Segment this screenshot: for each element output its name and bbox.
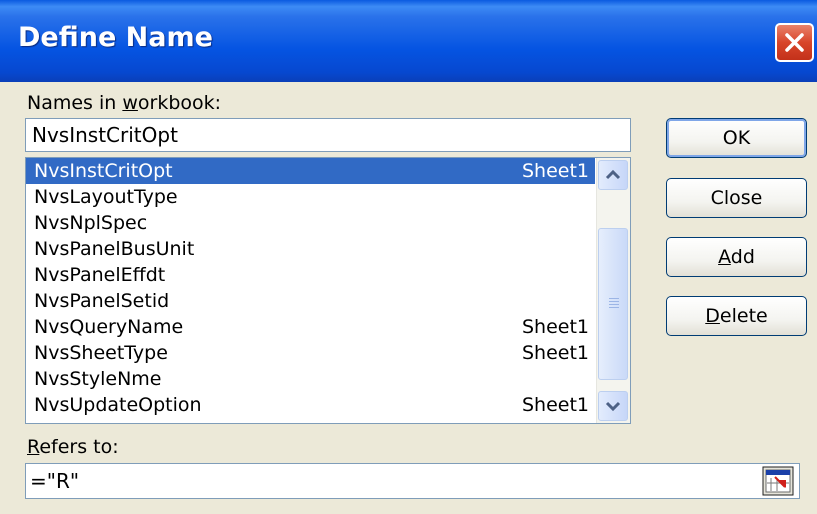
list-item[interactable]: NvsPanelEffdt bbox=[26, 262, 595, 288]
thumb-grip-line bbox=[609, 301, 619, 302]
list-item-name: NvsSheetType bbox=[34, 342, 168, 364]
list-item-name: NvsPanelEffdt bbox=[34, 264, 166, 286]
add-button[interactable]: Add bbox=[666, 237, 807, 277]
thumb-grip-line bbox=[609, 304, 619, 305]
collapse-dialog-icon bbox=[762, 466, 794, 496]
list-item-name: NvsPanelBusUnit bbox=[34, 238, 195, 260]
list-item-sheet: Sheet1 bbox=[521, 316, 589, 338]
list-item-name: NvsInstCritOpt bbox=[34, 160, 173, 182]
list-item-name: NvsPanelSetid bbox=[34, 290, 170, 312]
scroll-up-button[interactable] bbox=[598, 160, 628, 190]
thumb-grip-line bbox=[609, 307, 619, 308]
dialog-title: Define Name bbox=[18, 22, 213, 53]
names-in-workbook-label: Names in workbook: bbox=[27, 92, 222, 114]
name-input[interactable]: NvsInstCritOpt bbox=[25, 118, 631, 152]
ok-button[interactable]: OK bbox=[666, 118, 807, 158]
ok-button-label: OK bbox=[722, 127, 751, 149]
scroll-up-icon bbox=[605, 169, 621, 180]
refers-to-input[interactable]: ="R" bbox=[25, 463, 800, 499]
list-item[interactable]: NvsPanelBusUnit bbox=[26, 236, 595, 262]
delete-button[interactable]: Delete bbox=[666, 296, 807, 336]
scroll-down-button[interactable] bbox=[598, 391, 628, 421]
list-item[interactable]: NvsLayoutType bbox=[26, 184, 595, 210]
thumb-grip-line bbox=[609, 298, 619, 299]
collapse-dialog-button[interactable] bbox=[762, 466, 794, 496]
list-item-name: NvsStyleNme bbox=[34, 368, 162, 390]
names-list[interactable]: NvsInstCritOpt Sheet1 NvsLayoutType NvsNplS… bbox=[25, 157, 631, 424]
list-item-sheet: Sheet1 bbox=[521, 160, 589, 182]
list-item-sheet: Sheet1 bbox=[521, 342, 589, 364]
list-item-name: NvsLayoutType bbox=[34, 186, 178, 208]
scroll-thumb[interactable] bbox=[598, 228, 628, 380]
list-item[interactable]: NvsPanelSetid bbox=[26, 288, 595, 314]
close-icon bbox=[785, 33, 804, 52]
list-item-name: NvsQueryName bbox=[34, 316, 184, 338]
list-item[interactable]: NvsQueryName Sheet1 bbox=[26, 314, 595, 340]
define-name-dialog: Define Name Names in workbook: NvsInstCr… bbox=[0, 0, 817, 514]
list-item[interactable]: NvsInstCritOpt Sheet1 bbox=[26, 158, 595, 184]
list-item[interactable]: NvsSheetType Sheet1 bbox=[26, 340, 595, 366]
list-item-sheet: Sheet1 bbox=[521, 394, 589, 416]
title-bar[interactable]: Define Name bbox=[0, 0, 817, 82]
refers-to-label: Refers to: bbox=[27, 436, 119, 458]
list-item-name: NvsNplSpec bbox=[34, 212, 148, 234]
names-list-scrollbar[interactable] bbox=[596, 158, 630, 423]
scroll-down-icon bbox=[605, 401, 621, 412]
list-item[interactable]: NvsStyleNme bbox=[26, 366, 595, 392]
close-button-label: Close bbox=[710, 187, 763, 209]
list-item-name: NvsUpdateOption bbox=[34, 394, 202, 416]
list-item[interactable]: NvsUpdateOption Sheet1 bbox=[26, 392, 595, 418]
list-item[interactable]: NvsNplSpec bbox=[26, 210, 595, 236]
close-window-button[interactable] bbox=[775, 23, 814, 62]
close-button[interactable]: Close bbox=[666, 178, 807, 218]
